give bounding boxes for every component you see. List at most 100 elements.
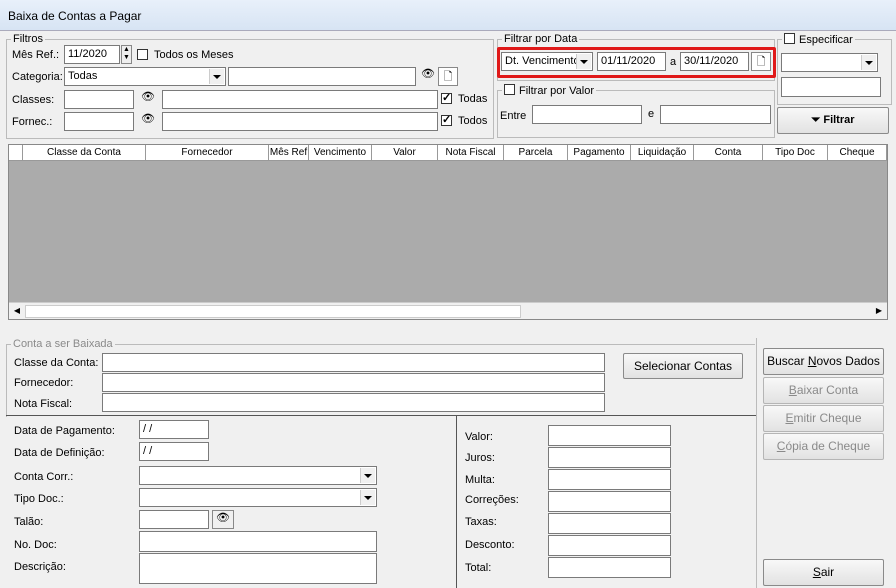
copia-text-post: ópia de Cheque (785, 439, 871, 453)
filtrar-valor-checkbox[interactable] (504, 84, 515, 95)
selecionar-contas-button[interactable]: Selecionar Contas (623, 353, 743, 379)
desconto-label: Desconto: (465, 539, 515, 551)
fornec-name-input[interactable] (162, 112, 438, 131)
classes-todas-label: Todas (458, 93, 488, 105)
emitir-text-post: mitir Cheque (793, 411, 862, 425)
emitir-cheque-button[interactable]: Emitir Cheque (763, 405, 884, 432)
juros-input[interactable] (548, 447, 671, 468)
categoria-value: Todas (68, 70, 98, 82)
classe-conta-label: Classe da Conta: (14, 357, 99, 369)
especificar-input[interactable] (781, 77, 881, 97)
no-doc-label: No. Doc: (14, 539, 57, 551)
col-tipo-doc[interactable]: Tipo Doc (763, 145, 828, 160)
filtrar-label: Filtrar (823, 114, 855, 126)
especificar-label: Especificar (799, 34, 853, 46)
right-panel-divider (756, 338, 757, 588)
binoculars-icon[interactable]: 👁 (418, 67, 438, 86)
mes-ref-spinner[interactable]: ▲ ▼ (121, 45, 132, 64)
correcoes-input[interactable] (548, 491, 671, 512)
data-definicao-input[interactable]: / / (139, 442, 209, 461)
valor-min-input[interactable] (532, 105, 642, 124)
copia-cheque-button[interactable]: Cópia de Cheque (763, 433, 884, 460)
categoria-text-input[interactable] (228, 67, 416, 86)
fornec-todos-checkbox[interactable] (441, 113, 452, 126)
talao-input[interactable] (139, 510, 209, 529)
col-valor[interactable]: Valor (372, 145, 438, 160)
col-parcela[interactable]: Parcela (504, 145, 568, 160)
sair-text-key: S (812, 565, 821, 579)
mes-ref-input[interactable]: 11/2020 (64, 45, 120, 64)
col-vencimento[interactable]: Vencimento (309, 145, 372, 160)
multa-input[interactable] (548, 469, 671, 490)
horizontal-scrollbar[interactable]: ◀ ▶ (9, 302, 887, 319)
conta-corr-select[interactable] (139, 466, 377, 485)
data-definicao-label: Data de Definição: (14, 447, 105, 459)
binoculars-icon[interactable]: 👁 (212, 510, 234, 529)
vertical-divider (456, 415, 457, 588)
desconto-input[interactable] (548, 535, 671, 556)
valor-max-input[interactable] (660, 105, 771, 124)
correcoes-label: Correções: (465, 494, 519, 506)
baixar-conta-button[interactable]: Baixar Conta (763, 377, 884, 404)
buscar-text-post: ovos Dados (816, 354, 880, 368)
valor-input[interactable] (548, 425, 671, 446)
nota-fiscal-label: Nota Fiscal: (14, 398, 73, 410)
binoculars-icon[interactable]: 👁 (138, 112, 158, 131)
no-doc-input[interactable] (139, 531, 377, 552)
binoculars-icon[interactable]: 👁 (138, 90, 158, 109)
classe-conta-input (102, 353, 605, 372)
talao-label: Talão: (14, 516, 44, 528)
col-nota-fiscal[interactable]: Nota Fiscal (438, 145, 504, 160)
baixar-text-key: B (788, 383, 797, 397)
col-liquidacao[interactable]: Liquidação (631, 145, 694, 160)
todos-meses-checkbox[interactable] (137, 49, 148, 60)
filtrar-data-legend: Filtrar por Data (504, 33, 578, 45)
scroll-left-icon[interactable]: ◀ (9, 303, 25, 319)
descricao-input[interactable] (139, 553, 377, 584)
taxas-input[interactable] (548, 513, 671, 534)
classes-code-input[interactable] (64, 90, 134, 109)
buscar-text-pre: Buscar (767, 354, 808, 368)
buscar-novos-dados-button[interactable]: Buscar Novos Dados (763, 348, 884, 375)
scroll-right-icon[interactable]: ▶ (871, 303, 887, 319)
classes-name-input[interactable] (162, 90, 438, 109)
total-label: Total: (465, 562, 492, 574)
total-input[interactable] (548, 557, 671, 578)
col-conta[interactable]: Conta (694, 145, 763, 160)
descricao-label: Descrição: (14, 561, 66, 573)
chevron-down-icon (861, 55, 876, 70)
fornecedor-label: Fornecedor: (14, 377, 74, 389)
classes-todas-checkbox[interactable] (441, 91, 452, 104)
especificar-checkbox[interactable] (784, 33, 795, 44)
juros-label: Juros: (465, 452, 495, 464)
col-fornecedor[interactable]: Fornecedor (146, 145, 269, 160)
todos-meses-label: Todos os Meses (154, 49, 234, 61)
tipo-doc-select[interactable] (139, 488, 377, 507)
especificar-legend: Especificar (782, 33, 855, 46)
filtrar-valor-label: Filtrar por Valor (519, 85, 594, 97)
filtros-legend: Filtros (13, 33, 43, 45)
contas-grid[interactable]: Classe da Conta Fornecedor Mês Ref Venci… (8, 144, 888, 320)
especificar-select[interactable] (781, 53, 878, 72)
col-classe[interactable]: Classe da Conta (23, 145, 146, 160)
multa-label: Multa: (465, 474, 495, 486)
window-title: Baixa de Contas a Pagar (8, 9, 142, 23)
highlight-box (497, 47, 776, 78)
new-document-icon[interactable]: 🗋 (438, 67, 458, 86)
valor-label: Valor: (465, 431, 493, 443)
conta-baixada-legend: Conta a ser Baixada (13, 338, 113, 350)
categoria-select[interactable]: Todas (64, 67, 226, 86)
col-cheque[interactable]: Cheque (828, 145, 887, 160)
conta-corr-label: Conta Corr.: (14, 471, 74, 483)
filtrar-button[interactable]: ⏷ Filtrar (777, 107, 889, 134)
fornec-label: Fornec.: (12, 116, 53, 128)
sair-button[interactable]: Sair (763, 559, 884, 586)
divider-line (6, 415, 756, 416)
fornec-todos-label: Todos (458, 115, 488, 127)
data-pagamento-input[interactable]: / / (139, 420, 209, 439)
col-pagamento[interactable]: Pagamento (568, 145, 631, 160)
scroll-thumb[interactable] (25, 305, 521, 318)
fornec-code-input[interactable] (64, 112, 134, 131)
col-mes-ref[interactable]: Mês Ref (269, 145, 309, 160)
mes-ref-label: Mês Ref.: (12, 49, 60, 61)
